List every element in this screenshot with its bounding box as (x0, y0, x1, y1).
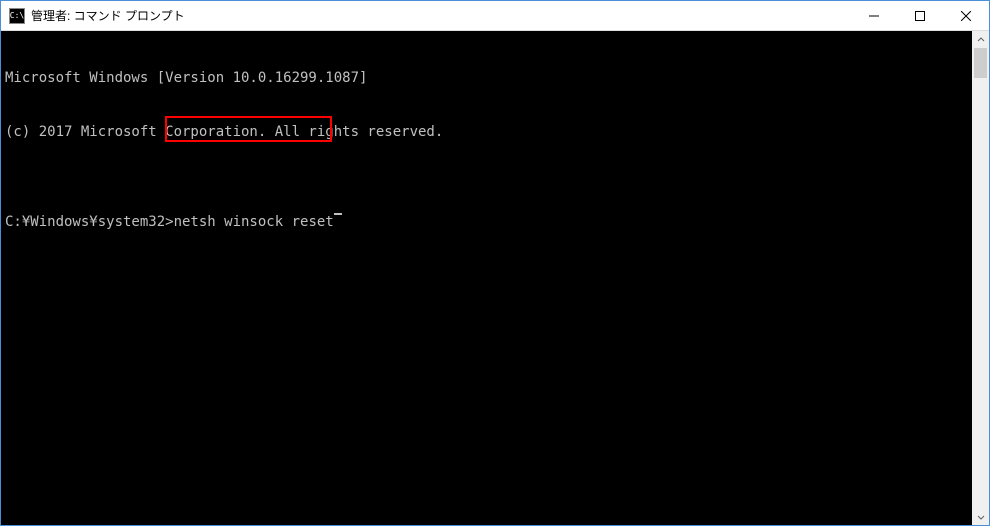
window-title: 管理者: コマンド プロンプト (31, 7, 851, 24)
window-titlebar: C:\ 管理者: コマンド プロンプト (1, 1, 989, 31)
prompt-line: C:¥Windows¥system32>netsh winsock reset (5, 213, 968, 231)
terminal-area: Microsoft Windows [Version 10.0.16299.10… (1, 31, 989, 525)
close-icon (961, 11, 971, 21)
app-icon-text: C:\ (10, 11, 24, 20)
copyright-line: (c) 2017 Microsoft Corporation. All righ… (5, 123, 968, 141)
window-controls (851, 1, 989, 30)
vertical-scrollbar[interactable] (972, 31, 989, 525)
scroll-down-button[interactable] (972, 508, 989, 525)
close-button[interactable] (943, 1, 989, 30)
maximize-icon (915, 11, 925, 21)
minimize-icon (869, 11, 879, 21)
terminal-content[interactable]: Microsoft Windows [Version 10.0.16299.10… (1, 31, 972, 525)
scrollbar-thumb[interactable] (974, 48, 987, 78)
app-icon: C:\ (9, 8, 25, 24)
chevron-up-icon (977, 36, 985, 44)
maximize-button[interactable] (897, 1, 943, 30)
version-line: Microsoft Windows [Version 10.0.16299.10… (5, 69, 968, 87)
cursor-icon (334, 213, 342, 215)
command-text: netsh winsock reset (174, 213, 334, 231)
minimize-button[interactable] (851, 1, 897, 30)
scroll-up-button[interactable] (972, 31, 989, 48)
prompt-path: C:¥Windows¥system32> (5, 213, 174, 231)
chevron-down-icon (977, 513, 985, 521)
scrollbar-track[interactable] (972, 48, 989, 508)
